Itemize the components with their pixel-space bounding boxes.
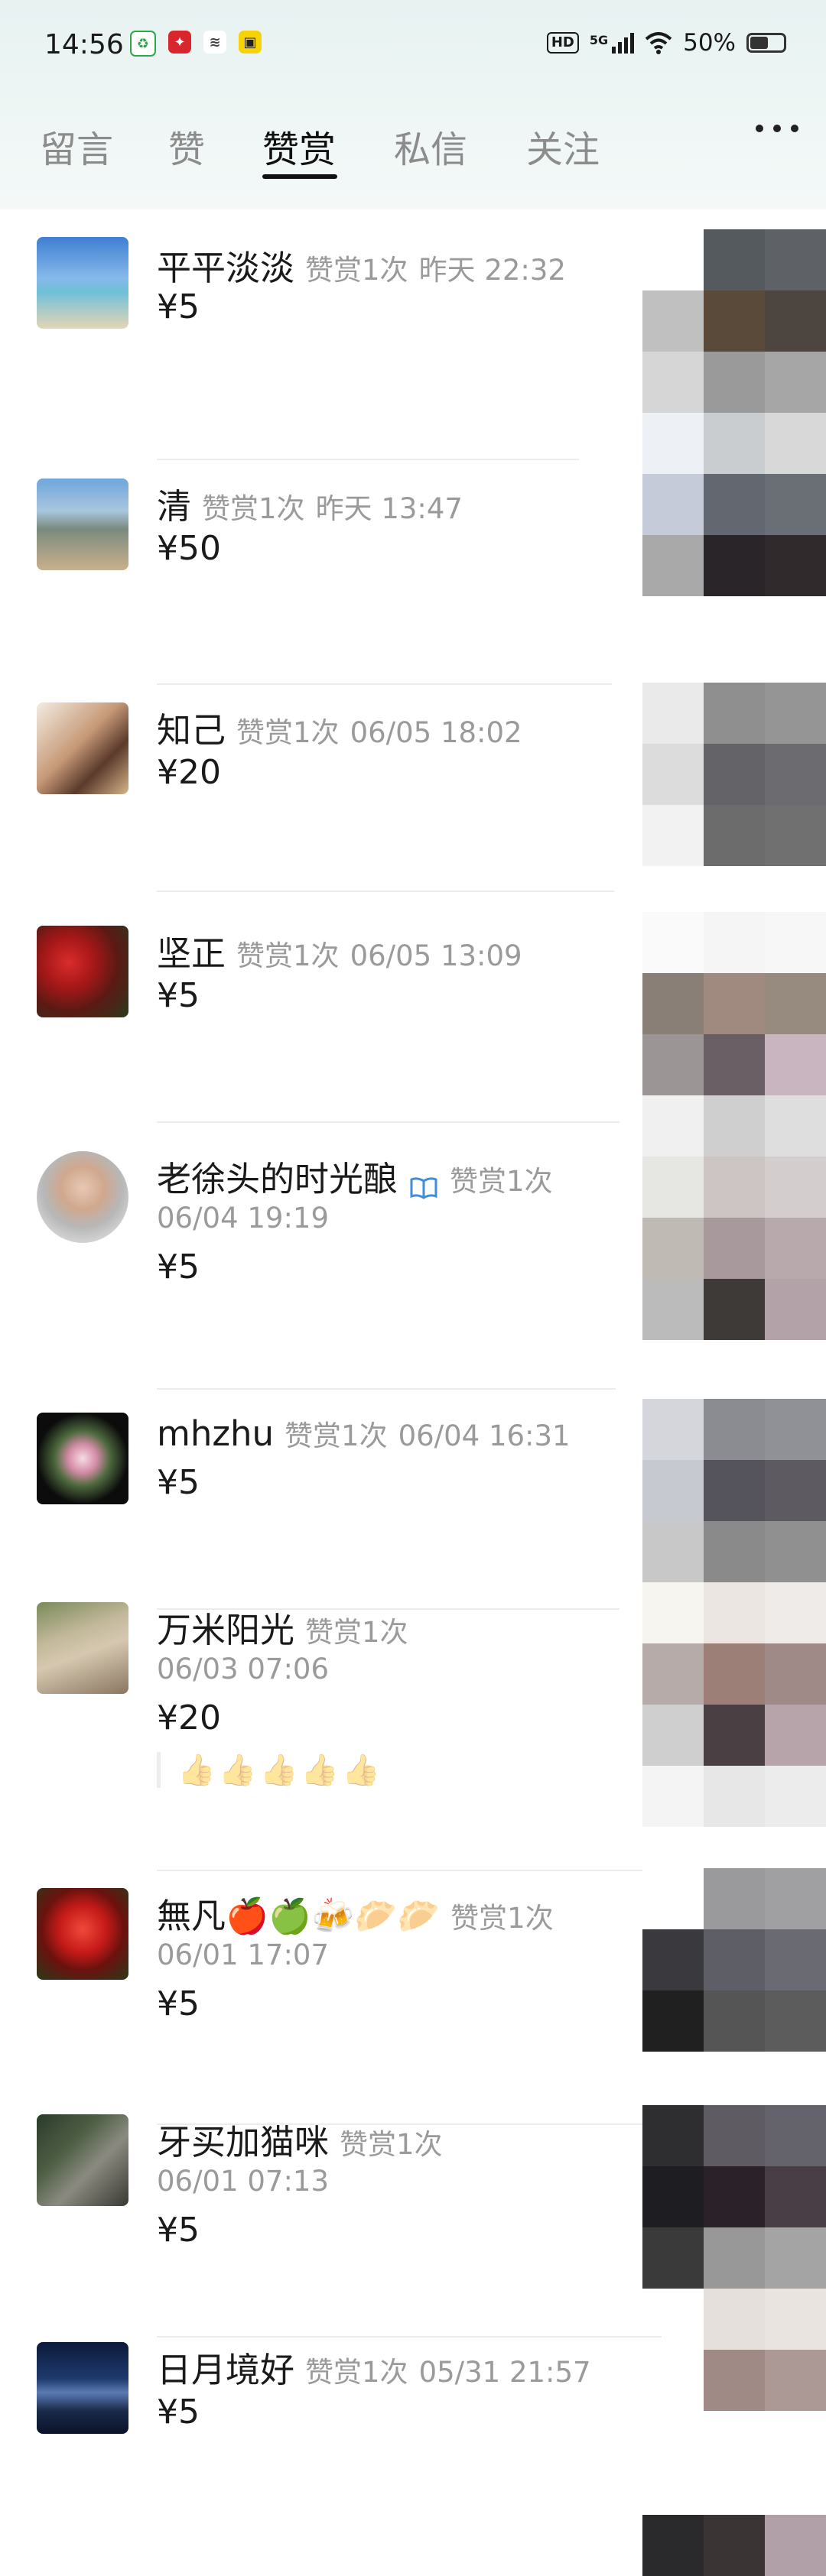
avatar[interactable]: [37, 1413, 128, 1504]
status-app-icons: ♻ ✦ ≋ ▣: [130, 31, 262, 57]
article-thumbnail[interactable]: [642, 1399, 826, 1827]
reward-amount: ¥5: [157, 1984, 200, 2023]
reward-count: 赞赏1次: [305, 1616, 408, 1649]
tab-messages[interactable]: 私信: [394, 119, 467, 173]
status-bar: 14:56 ♻ ✦ ≋ ▣ HD 5G 50%: [0, 0, 826, 90]
reward-count: 赞赏1次: [305, 254, 408, 287]
avatar[interactable]: [37, 237, 128, 329]
reward-time: 昨天 13:47: [315, 492, 463, 525]
divider: [157, 459, 579, 460]
article-thumbnail[interactable]: [642, 683, 826, 866]
divider: [157, 1121, 620, 1123]
status-time: 14:56: [44, 29, 124, 60]
article-thumbnail[interactable]: [642, 229, 826, 596]
tab-comments[interactable]: 留言: [40, 119, 113, 173]
reward-amount: ¥5: [157, 2211, 200, 2250]
username[interactable]: 日月境好: [157, 2350, 294, 2390]
active-tab-indicator: [262, 174, 337, 179]
reward-amount: ¥5: [157, 976, 200, 1015]
article-thumbnail[interactable]: [642, 2105, 826, 2411]
status-indicators: HD 5G 50%: [546, 29, 786, 57]
battery-percent: 50%: [683, 29, 736, 57]
avatar[interactable]: [37, 479, 128, 570]
divider: [157, 1870, 655, 1871]
reward-time: 06/01 17:07: [157, 1938, 330, 1971]
username[interactable]: 万米阳光: [157, 1610, 294, 1650]
tab-likes[interactable]: 赞: [168, 119, 205, 173]
avatar[interactable]: [37, 1151, 128, 1243]
username[interactable]: 平平淡淡: [157, 248, 294, 288]
username[interactable]: 坚正: [157, 933, 226, 974]
reward-amount: ¥50: [157, 529, 221, 568]
divider: [157, 2336, 662, 2338]
yellow-app-icon: ▣: [239, 31, 262, 54]
reward-time: 06/05 18:02: [350, 716, 522, 749]
tab-bar: 留言 赞 赞赏 私信 关注: [0, 90, 826, 209]
reward-amount: ¥5: [157, 287, 200, 326]
book-badge-icon: [410, 1176, 437, 1199]
reward-time: 05/31 21:57: [418, 2356, 591, 2389]
username[interactable]: 老徐头的时光酿: [157, 1159, 398, 1199]
username[interactable]: 無凡🍎🍏🍻🥟🥟: [157, 1896, 440, 1936]
avatar[interactable]: [37, 1888, 128, 1980]
avatar[interactable]: [37, 926, 128, 1017]
battery-icon: [746, 33, 786, 53]
divider: [157, 1388, 616, 1390]
avatar[interactable]: [37, 1602, 128, 1694]
tab-rewards[interactable]: 赞赏: [262, 119, 336, 173]
article-thumbnail[interactable]: [642, 2515, 826, 2576]
reward-count: 赞赏1次: [450, 1902, 554, 1935]
reward-count: 赞赏1次: [285, 1419, 388, 1452]
reward-time: 昨天 22:32: [418, 254, 566, 287]
red-app-icon: ✦: [168, 31, 191, 54]
divider: [157, 891, 614, 892]
reward-message: 👍👍👍👍👍: [157, 1752, 383, 1788]
signal-icon: 5G: [589, 32, 635, 54]
username[interactable]: 知己: [157, 710, 226, 751]
wifi-icon: [645, 32, 672, 54]
reward-time: 06/05 13:09: [350, 939, 522, 972]
article-thumbnail[interactable]: [642, 1868, 826, 2052]
reward-amount: ¥20: [157, 1698, 221, 1737]
divider: [157, 683, 612, 685]
reward-count: 赞赏1次: [202, 492, 305, 525]
reward-time: 06/01 07:13: [157, 2165, 330, 2198]
reward-amount: ¥20: [157, 753, 221, 792]
avatar[interactable]: [37, 2114, 128, 2206]
hd-icon: HD: [546, 32, 579, 54]
username[interactable]: 清: [157, 486, 191, 527]
tab-follows[interactable]: 关注: [526, 119, 600, 173]
reward-time: 06/03 07:06: [157, 1653, 330, 1685]
reward-amount: ¥5: [157, 2393, 200, 2432]
article-thumbnail[interactable]: [642, 912, 826, 1340]
gray-app-icon: ≋: [203, 31, 226, 54]
avatar[interactable]: [37, 2342, 128, 2434]
recycle-app-icon: ♻: [130, 31, 156, 57]
more-options-icon[interactable]: [756, 121, 798, 136]
reward-time: 06/04 19:19: [157, 1202, 330, 1234]
reward-count: 赞赏1次: [236, 939, 340, 972]
reward-time: 06/04 16:31: [398, 1419, 571, 1452]
reward-amount: ¥5: [157, 1247, 200, 1286]
username[interactable]: mhzhu: [157, 1413, 274, 1454]
reward-count: 赞赏1次: [340, 2128, 443, 2161]
reward-amount: ¥5: [157, 1463, 200, 1502]
network-type: 5G: [589, 32, 609, 47]
reward-count: 赞赏1次: [305, 2356, 408, 2389]
avatar[interactable]: [37, 702, 128, 794]
username[interactable]: 牙买加猫咪: [157, 2122, 329, 2162]
reward-count: 赞赏1次: [450, 1165, 553, 1198]
reward-count: 赞赏1次: [236, 716, 340, 749]
